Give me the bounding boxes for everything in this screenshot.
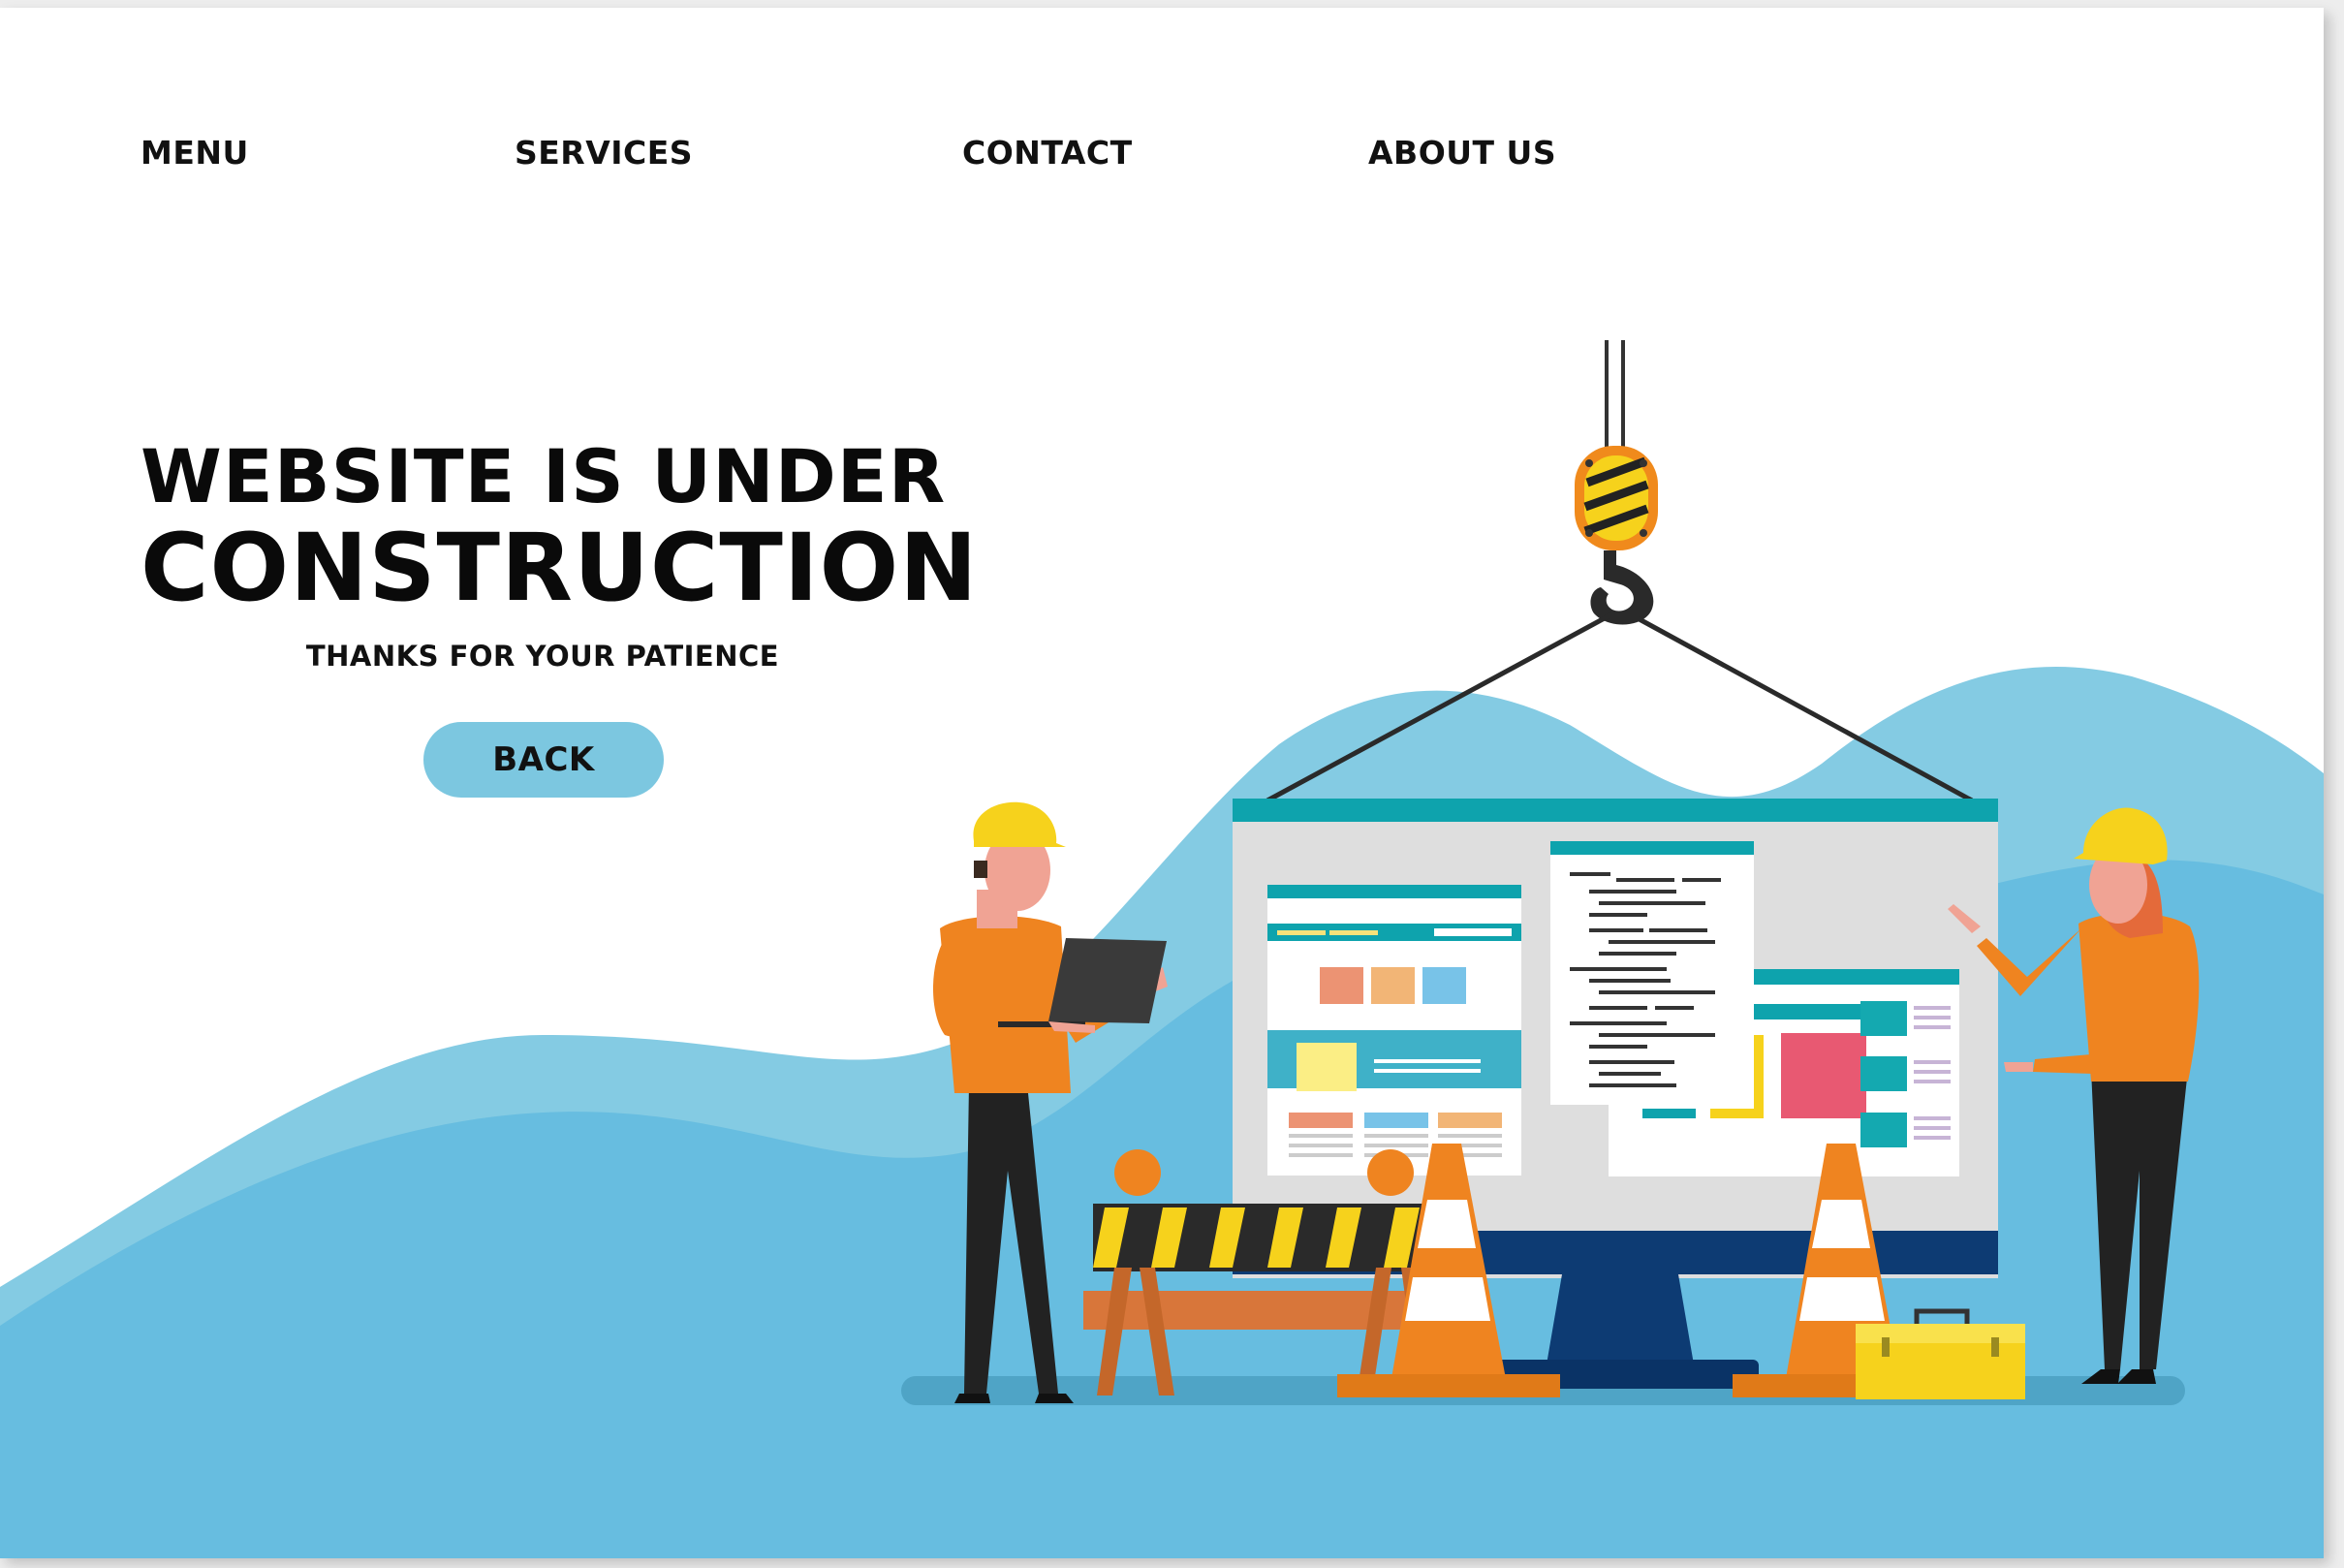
nav-about-us[interactable]: ABOUT US xyxy=(1368,134,1556,172)
nav-services[interactable]: SERVICES xyxy=(515,134,693,172)
hero-subtitle: THANKS FOR YOUR PATIENCE xyxy=(305,640,780,673)
crane-hook-icon xyxy=(1590,550,1654,625)
construction-illustration xyxy=(0,340,2324,1558)
hero-title: WEBSITE IS UNDER CONSTRUCTION xyxy=(141,433,979,622)
toolbox xyxy=(1856,1308,2025,1399)
hero-title-line2: CONSTRUCTION xyxy=(141,514,979,622)
crane-hook-block xyxy=(1575,446,1658,550)
nav-menu[interactable]: MENU xyxy=(141,134,249,172)
nav-contact[interactable]: CONTACT xyxy=(962,134,1133,172)
landing-page: MENU SERVICES CONTACT ABOUT US WEBSITE I… xyxy=(0,8,2324,1558)
hero-title-line1: WEBSITE IS UNDER xyxy=(141,433,947,519)
back-button[interactable]: BACK xyxy=(423,722,664,798)
top-nav: MENU SERVICES CONTACT ABOUT US xyxy=(0,134,2324,182)
